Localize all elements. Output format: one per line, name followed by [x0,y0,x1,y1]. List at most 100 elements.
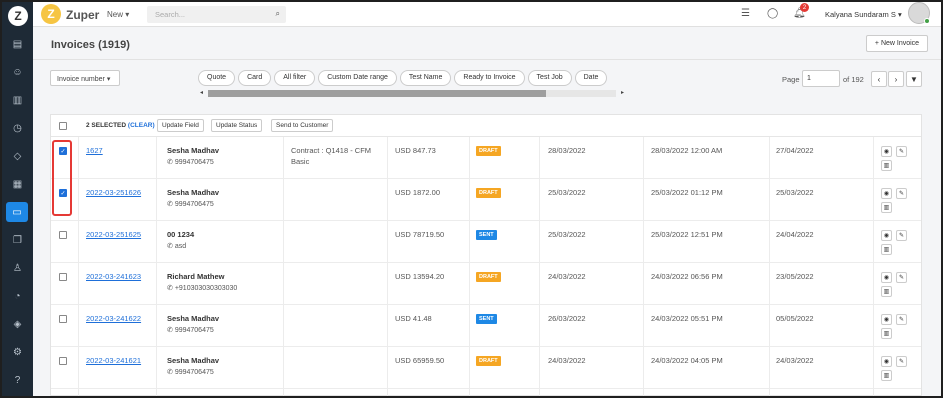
customer-phone: ✆ 9994706475 [167,158,214,166]
due-date: 24/03/2022 [776,356,814,365]
phone-icon: ✆ [167,201,173,208]
view-button[interactable]: ◉ [881,272,892,283]
list-view-icon[interactable]: ☰ [741,8,750,19]
phone-icon: ✆ [167,285,173,292]
delete-button[interactable]: ▥ [881,370,892,381]
table-row[interactable]: ✓ 2022-03-251626 Sesha Madhav ✆ 99947064… [51,179,921,221]
clock-icon[interactable]: ◷ [2,118,33,138]
documents-icon[interactable]: ❐ [2,230,33,250]
map-icon[interactable]: ▥ [2,90,33,110]
invoice-number-link[interactable]: 2022-03-251625 [86,230,141,239]
filter-chip[interactable]: Ready to Invoice [454,70,525,86]
chevron-down-icon: ▾ [106,76,111,83]
filter-chip[interactable]: Quote [198,70,236,86]
app-logo[interactable]: Z [8,6,28,26]
page-title: Invoices (1919) [51,39,130,51]
new-menu[interactable]: New ▾ [107,10,129,19]
view-button[interactable]: ◉ [881,356,892,367]
due-date: 24/04/2022 [776,230,814,239]
send-to-customer-button[interactable]: Send to Customer [271,119,334,132]
view-button[interactable]: ◉ [881,314,892,325]
help-icon[interactable]: ? [2,370,33,390]
invoice-number-link[interactable]: 2022-03-241622 [86,314,141,323]
filter-button[interactable]: ▼ [906,71,922,87]
tag-icon[interactable]: ◇ [2,146,33,166]
table-row[interactable]: ✓ 1627 Sesha Madhav ✆ 9994706475 Contrac… [51,137,921,179]
row-checkbox[interactable] [59,315,67,323]
table-row[interactable]: 2022-03-241622 Sesha Madhav ✆ 9994706475… [51,305,921,347]
search-input[interactable]: Search... ⌕ [147,6,286,23]
invoice-number-link[interactable]: 2022-03-251626 [86,188,141,197]
avatar[interactable] [908,2,930,24]
view-button[interactable]: ◉ [881,230,892,241]
edit-button[interactable]: ✎ [896,230,907,241]
filter-scrollbar[interactable]: ◂ ▸ [200,89,624,97]
delete-button[interactable]: ▥ [881,160,892,171]
created-date: 24/03/2022 04:05 PM [651,356,723,365]
scroll-left-icon[interactable]: ◂ [200,89,203,96]
edit-button[interactable]: ✎ [896,146,907,157]
row-checkbox[interactable] [59,231,67,239]
filter-chip[interactable]: Test Name [399,70,452,86]
customers-icon[interactable]: ☺ [2,62,33,82]
layers-icon[interactable]: ◈ [2,314,33,334]
delete-button[interactable]: ▥ [881,202,892,213]
search-icon[interactable]: ⌕ [276,9,280,19]
scroll-right-icon[interactable]: ▸ [621,89,624,96]
filter-chip[interactable]: Custom Date range [318,70,397,86]
table-row[interactable]: 2022-03-251625 00 1234 ✆ asd USD 78719.5… [51,221,921,263]
created-date: 24/03/2022 06:56 PM [651,272,723,281]
customer-phone-number: +910303030303030 [174,285,238,292]
user-icon[interactable]: ♙ [2,258,33,278]
scrollbar-thumb[interactable] [208,90,546,97]
edit-button[interactable]: ✎ [896,314,907,325]
dashboard-icon[interactable]: ▤ [2,34,33,54]
reports-icon[interactable]: ◔ [2,286,33,306]
prev-page-button[interactable]: ‹ [871,71,887,87]
chat-icon[interactable]: ◯ [767,8,778,19]
zuper-logo-icon[interactable]: Z [41,4,61,24]
sort-select[interactable]: Invoice number ▾ [50,70,120,86]
trash-icon: ▥ [883,163,890,169]
trash-icon: ▥ [883,289,890,295]
select-all-checkbox[interactable] [59,122,67,130]
status-badge: DRAFT [476,356,501,366]
delete-button[interactable]: ▥ [881,244,892,255]
invoices-icon[interactable]: ▭ [6,202,28,222]
eye-icon: ◉ [883,191,890,197]
update-status-button[interactable]: Update Status [211,119,263,132]
new-invoice-button[interactable]: + New Invoice [866,35,928,52]
view-button[interactable]: ◉ [881,188,892,199]
page-number-input[interactable]: 1 [802,70,840,87]
invoice-amount: USD 78719.50 [395,230,445,239]
user-menu[interactable]: Kalyana Sundaram S ▾ [825,10,902,19]
clear-selection-link[interactable]: (CLEAR) [128,122,155,129]
filter-chip[interactable]: Test Job [527,70,572,86]
invoice-number-link[interactable]: 1627 [86,146,103,155]
update-field-button[interactable]: Update Field [157,119,204,132]
filter-chip[interactable]: Date [574,70,608,86]
table-row[interactable]: 2022-03-241621 Sesha Madhav ✆ 9994706475… [51,347,921,389]
delete-button[interactable]: ▥ [881,286,892,297]
edit-button[interactable]: ✎ [896,272,907,283]
row-checkbox[interactable] [59,357,67,365]
invoice-date: 24/03/2022 [548,272,586,281]
filter-chip[interactable]: Card [238,70,272,86]
table-row[interactable]: 2022-03-241623 Richard Mathew ✆ +9103030… [51,263,921,305]
view-button[interactable]: ◉ [881,146,892,157]
edit-button[interactable]: ✎ [896,188,907,199]
row-checkbox[interactable] [59,273,67,281]
delete-button[interactable]: ▥ [881,328,892,339]
selection-highlight-box [52,140,72,216]
next-page-button[interactable]: › [888,71,904,87]
invoice-amount: USD 13594.20 [395,272,445,281]
edit-button[interactable]: ✎ [896,356,907,367]
invoice-table: 2 SELECTED (CLEAR) Update Field Update S… [50,114,922,396]
filter-chip[interactable]: All filter [274,70,316,86]
settings-icon[interactable]: ⚙ [2,342,33,362]
pencil-icon: ✎ [898,191,905,197]
calendar-icon[interactable]: ▦ [2,174,33,194]
invoice-number-link[interactable]: 2022-03-241621 [86,356,141,365]
invoice-number-link[interactable]: 2022-03-241623 [86,272,141,281]
trash-icon: ▥ [883,247,890,253]
